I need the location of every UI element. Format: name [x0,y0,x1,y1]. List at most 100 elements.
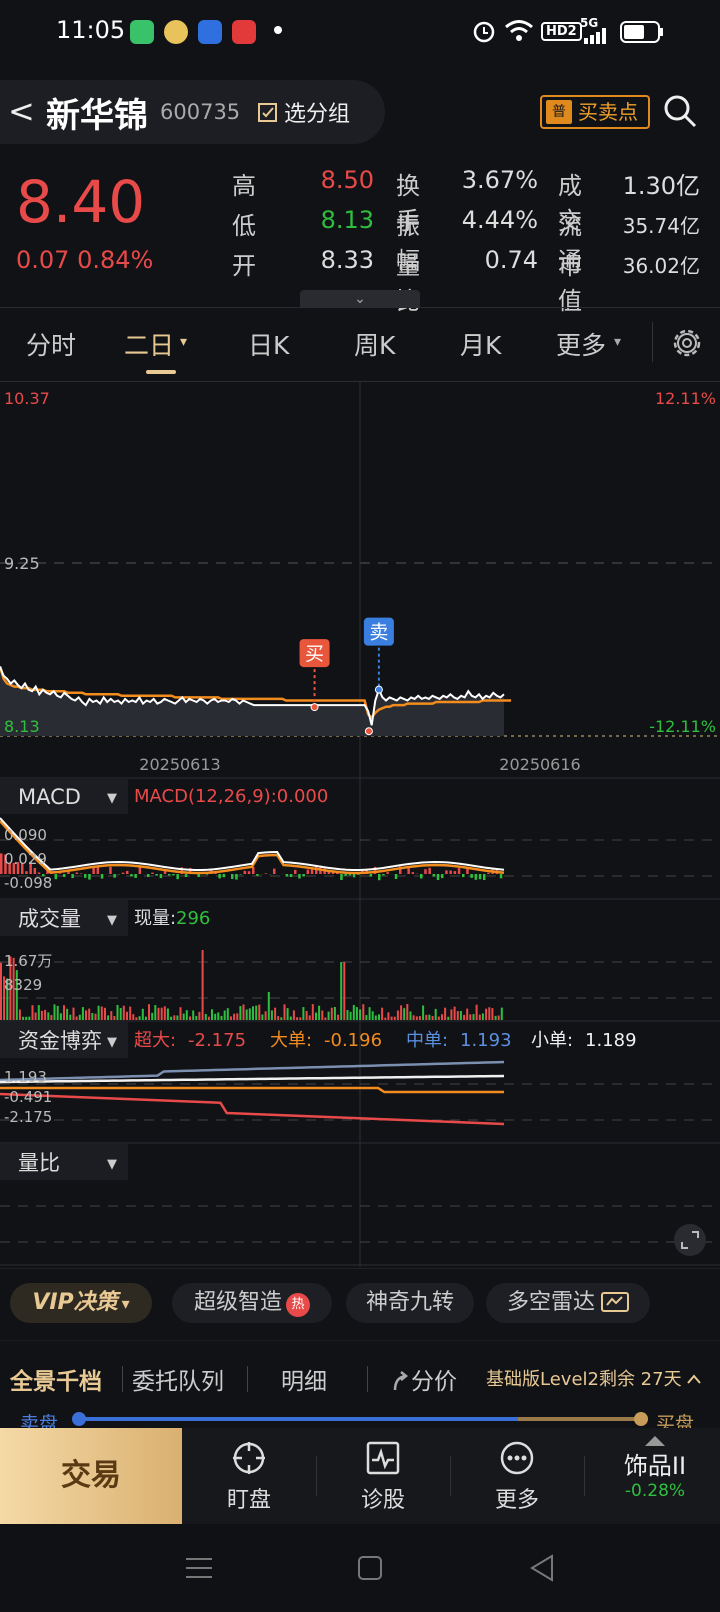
volume-bar [494,1015,497,1020]
checkbox-edit-icon [258,103,277,122]
volume-bar [308,1015,311,1020]
tab-detail[interactable]: 明细 [281,1362,327,1396]
volume-bar [104,1007,106,1020]
macd-bar [474,874,478,880]
volume-bar [280,1017,283,1020]
macd-bar [289,874,293,877]
volume-bar [91,1013,94,1020]
strategy-label: 多空雷达 [506,1290,595,1315]
macd-bar [130,874,133,877]
volume-bar [40,1010,43,1020]
home-icon[interactable] [358,1556,382,1580]
sector-quote[interactable]: 饰品II -0.28% [600,1436,710,1501]
macd-bar [487,872,490,874]
tab-full-depth[interactable]: 全景千档 [10,1362,102,1396]
macd-bar [298,874,301,879]
nav-watch[interactable]: 盯盘 [199,1440,299,1514]
tab-4[interactable]: 月K [460,326,501,362]
macd-bar [378,874,381,881]
volume-bar [289,1016,292,1020]
tab-1[interactable]: 二日 [124,326,174,362]
chevron-down-icon: ▾ [180,334,188,350]
quote-value: 0.74 [484,246,538,274]
macd-bar [100,874,104,879]
volume-bar [267,992,270,1020]
search-icon[interactable] [663,94,697,128]
select-group-button[interactable]: 选分组 [258,96,350,128]
indicator-label: 资金博弈 [18,1029,102,1053]
tab-5[interactable]: 更多 [556,326,606,362]
fullscreen-icon[interactable] [674,1224,706,1256]
marker-dot [364,727,373,736]
quote-value: 8.50 [320,166,374,194]
hd-icon: HD2 [541,22,582,41]
chart-area[interactable]: 10.37 9.25 8.13 12.11% -12.11% 20250613 202506… [0,382,720,1267]
volume-bar [144,1016,147,1020]
gear-icon[interactable] [670,326,704,360]
nav-more[interactable]: 更多 [467,1440,567,1514]
volume-bar [428,1014,431,1020]
quote-value: 1.30亿 [622,172,700,200]
tab-0[interactable]: 分时 [26,326,76,362]
nav-diagnose[interactable]: 诊股 [333,1440,433,1514]
macd-bar [369,874,373,877]
x-label: 20250613 [139,755,220,774]
volume-bar [346,1010,349,1020]
tab-3[interactable]: 周K [354,326,395,362]
volume-bar [0,962,2,1020]
status-time: 11:05 [56,16,126,44]
tab-2[interactable]: 日K [248,326,289,362]
back-triangle-icon[interactable] [530,1554,554,1582]
marker-dot [310,703,319,712]
back-button[interactable]: < [8,92,35,130]
volume-bar [170,1016,173,1020]
macd-bar [432,874,436,877]
volume-bar [22,1016,25,1020]
divider [450,1456,451,1496]
volume-bar [223,1010,226,1020]
macd-bar [54,874,58,880]
divider [247,1366,248,1392]
strategy-long-short-radar[interactable]: 多空雷达 [486,1283,650,1323]
strategy-magic-nine[interactable]: 神奇九转 [346,1283,474,1323]
macd-bar [235,874,238,880]
app-notification-icon-red [232,20,256,44]
macd-bar [420,874,423,879]
volume-bar [415,1016,418,1020]
volume-bar [53,1004,56,1020]
level2-expiry[interactable]: 基础版Level2剩余 27天 [486,1365,702,1391]
quote-value: 4.44% [461,206,538,234]
menu-icon[interactable] [186,1556,212,1580]
volume-bar [239,1006,242,1020]
capital-y-label: 1.193 [4,1068,47,1086]
macd-y-label: 0.029 [4,850,47,868]
volume-bar [403,1008,406,1020]
trade-button[interactable]: 交易 [0,1428,182,1524]
expand-quote-button[interactable]: ⌄ [300,290,420,308]
macd-bar [0,853,3,874]
macd-bar [273,868,276,874]
volume-bar [122,1005,125,1020]
volume-bar [274,1007,277,1020]
indicator-label: 成交量 [18,907,81,931]
volume-bar [50,1015,53,1020]
volume-bar [255,1005,258,1020]
macd-bar [168,874,171,876]
macd-bar [159,874,163,879]
stock-name: 新华锦 [46,96,148,136]
baidu-icon [198,20,222,44]
capital-legend-name: 中单: [406,1030,448,1051]
macd-bar [499,874,503,879]
macd-bar [121,872,125,874]
status-bar: 11:05 HD2 5G [0,0,720,64]
volume-bar [365,1015,368,1020]
volume-bar [182,1013,185,1020]
vip-decision-button[interactable]: VIP决策 ▾ [10,1283,152,1323]
tab-price-distribution[interactable]: 分价 [391,1362,457,1396]
buy-sell-points-button[interactable]: 普 买卖点 [540,95,650,129]
strategy-super-manufacturing[interactable]: 超级智造热 [172,1283,332,1323]
macd-bar [239,874,242,875]
macd-bar [453,871,457,874]
quote-label: 低 [232,212,256,240]
tab-order-queue[interactable]: 委托队列 [132,1362,224,1396]
